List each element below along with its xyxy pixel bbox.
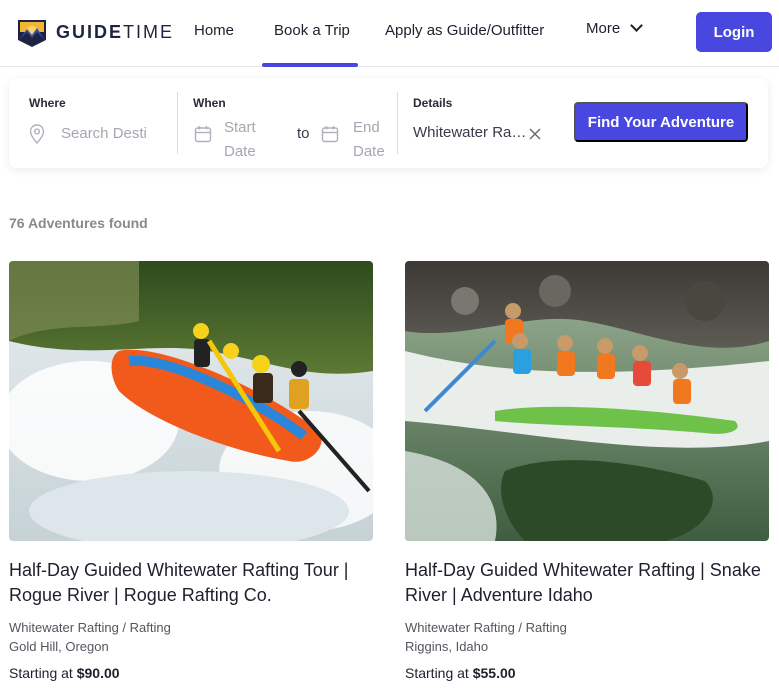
adventure-category: Whitewater Rafting / Rafting (405, 620, 567, 635)
mountain-logo-icon (18, 20, 46, 47)
location-pin-icon (29, 124, 45, 144)
adventure-category: Whitewater Rafting / Rafting (9, 620, 171, 635)
adventure-price: Starting at $90.00 (9, 665, 373, 681)
logo-wordmark: GUIDETIME (56, 21, 175, 42)
price-prefix: Starting at (9, 665, 73, 681)
adventure-price: Starting at $55.00 (405, 665, 769, 681)
top-header: GUIDETIME Home Book a Trip Apply as Guid… (0, 0, 779, 67)
chevron-down-icon (630, 19, 644, 32)
adventure-location: Riggins, Idaho (405, 639, 489, 654)
end-date-input[interactable]: End Date (353, 116, 385, 164)
end-date-line2: Date (353, 143, 385, 160)
nav-more-label: More (586, 20, 621, 37)
guidetime-logo[interactable]: GUIDETIME (16, 16, 174, 48)
price-prefix: Starting at (405, 665, 469, 681)
where-input[interactable]: Search Desti (61, 125, 147, 142)
adventure-photo[interactable] (9, 261, 373, 541)
price-value: $90.00 (76, 665, 120, 681)
adventure-location: Gold Hill, Oregon (9, 639, 109, 654)
rafting-photo-image (9, 261, 373, 541)
adventure-photo[interactable] (405, 261, 769, 541)
results-count: 76 Adventures found (9, 215, 148, 231)
adventure-card[interactable]: Half-Day Guided Whitewater Rafting Tour … (9, 261, 373, 681)
nav-home[interactable]: Home (194, 22, 234, 39)
price-value: $55.00 (472, 665, 516, 681)
nav-more[interactable]: More (586, 19, 644, 37)
field-divider (177, 92, 178, 154)
adventure-title[interactable]: Half-Day Guided Whitewater Rafting Tour … (9, 558, 373, 608)
end-date-line1: End (353, 119, 380, 136)
login-button[interactable]: Login (696, 12, 772, 52)
rafting-photo-image (405, 261, 769, 541)
details-input[interactable]: Whitewater Rafting (413, 124, 529, 141)
nav-apply-guide[interactable]: Apply as Guide/Outfitter (385, 22, 544, 39)
start-date-input[interactable]: Start Date (224, 116, 256, 164)
search-bar: Where Search Desti When Start Date to En… (9, 78, 768, 168)
adventure-title[interactable]: Half-Day Guided Whitewater Rafting | Sna… (405, 558, 769, 608)
details-label: Details (413, 96, 453, 110)
where-label: Where (29, 96, 66, 110)
start-date-line2: Date (224, 143, 256, 160)
find-adventure-button[interactable]: Find Your Adventure (574, 102, 748, 142)
field-divider (397, 92, 398, 154)
nav-book-a-trip[interactable]: Book a Trip (274, 22, 350, 39)
start-date-line1: Start (224, 119, 256, 136)
close-icon[interactable] (529, 128, 541, 140)
calendar-icon (321, 126, 339, 143)
adventure-card[interactable]: Half-Day Guided Whitewater Rafting | Sna… (405, 261, 769, 681)
when-label: When (193, 96, 226, 110)
calendar-icon (194, 126, 212, 143)
to-separator: to (297, 125, 310, 142)
active-tab-indicator (262, 63, 358, 67)
